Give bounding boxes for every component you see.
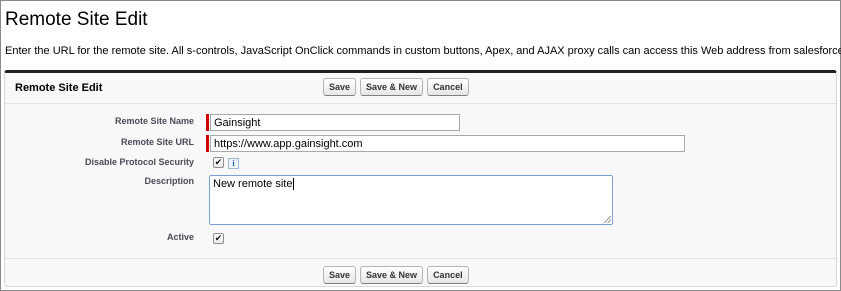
- required-indicator: [206, 114, 209, 131]
- info-icon[interactable]: i: [228, 158, 239, 169]
- description-textarea[interactable]: New remote site: [209, 175, 613, 225]
- edit-panel: Remote Site Edit Save Save & New Cancel …: [4, 70, 837, 287]
- active-checkbox[interactable]: ✔: [213, 233, 224, 244]
- required-indicator: [206, 135, 209, 152]
- active-label: Active: [166, 232, 194, 242]
- top-button-row: Save Save & New Cancel: [323, 78, 469, 96]
- resize-grip-icon[interactable]: [604, 216, 611, 223]
- panel-header: Remote Site Edit Save Save & New Cancel: [5, 73, 836, 104]
- site-url-input[interactable]: [210, 135, 685, 152]
- cancel-button-bottom[interactable]: Cancel: [427, 266, 469, 284]
- description-text: New remote site: [213, 178, 293, 190]
- save-button-bottom[interactable]: Save: [323, 266, 357, 284]
- cancel-button[interactable]: Cancel: [427, 78, 469, 96]
- remote-site-edit-page: Remote Site Edit Enter the URL for the r…: [0, 0, 841, 291]
- text-cursor: [293, 178, 295, 190]
- disable-protocol-security-label: Disable Protocol Security: [84, 157, 194, 167]
- page-description: Enter the URL for the remote site. All s…: [5, 45, 841, 57]
- bottom-button-row: Save Save & New Cancel: [323, 266, 469, 284]
- site-name-label: Remote Site Name: [114, 116, 194, 126]
- page-title: Remote Site Edit: [5, 9, 148, 30]
- disable-protocol-security-checkbox[interactable]: ✔: [213, 157, 224, 168]
- description-label: Description: [144, 176, 194, 186]
- save-and-new-button-bottom[interactable]: Save & New: [360, 266, 424, 284]
- panel-title: Remote Site Edit: [15, 82, 103, 94]
- site-name-input[interactable]: [210, 114, 460, 131]
- site-url-label: Remote Site URL: [120, 137, 194, 147]
- save-button[interactable]: Save: [323, 78, 357, 96]
- save-and-new-button[interactable]: Save & New: [360, 78, 424, 96]
